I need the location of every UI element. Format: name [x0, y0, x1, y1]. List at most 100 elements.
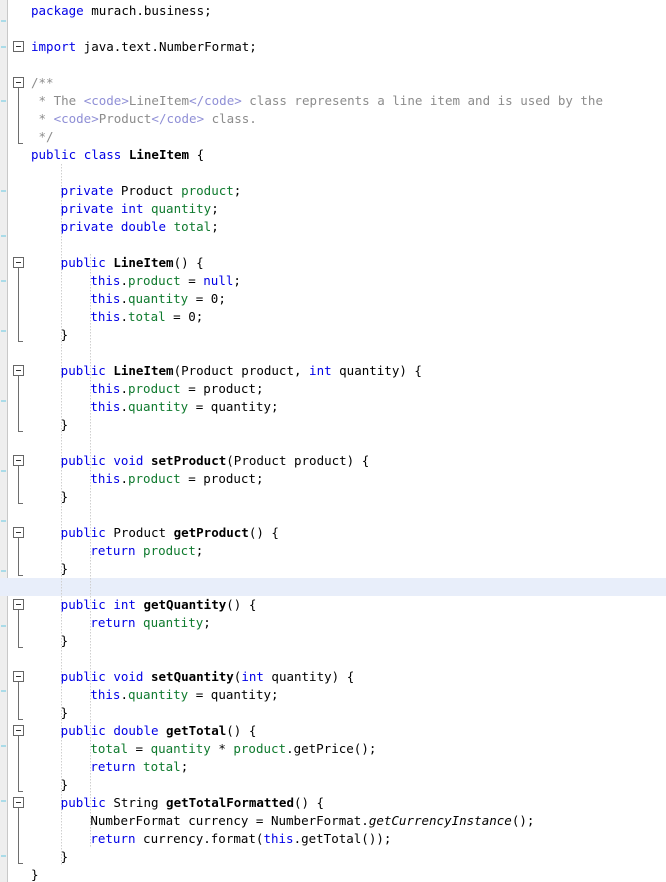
code-token-plain: String	[105, 795, 167, 810]
code-line[interactable]: }	[61, 632, 69, 650]
code-token-cmt: * The	[31, 93, 84, 108]
code-line[interactable]: return product;	[90, 542, 203, 560]
code-token-plain: ;	[195, 543, 204, 558]
code-line[interactable]: this.product = product;	[90, 470, 263, 488]
code-line[interactable]: private int quantity;	[61, 200, 219, 218]
code-line[interactable]: return currency.format(this.getTotal());	[90, 830, 391, 848]
code-token-kw: int	[120, 201, 144, 216]
code-token-plain: Product	[105, 525, 174, 540]
code-line[interactable]: public class LineItem {	[31, 146, 204, 164]
code-token-kw: this	[90, 471, 121, 486]
code-token-plain: =	[128, 741, 151, 756]
code-token-fld: product	[143, 543, 196, 558]
code-token-stat: getCurrencyInstance	[368, 813, 512, 828]
code-line[interactable]: public void setProduct(Product product) …	[61, 452, 370, 470]
fold-toggle-icon[interactable]	[13, 671, 24, 682]
code-token-kw: int	[309, 363, 332, 378]
code-line[interactable]: this.total = 0;	[90, 308, 203, 326]
code-token-fld: product	[128, 381, 181, 396]
code-token-plain: }	[60, 705, 69, 720]
fold-toggle-icon[interactable]	[13, 725, 24, 736]
code-token-cmt: class.	[204, 111, 257, 126]
fold-toggle-icon[interactable]	[13, 599, 24, 610]
code-token-plain: ;	[233, 183, 242, 198]
code-line[interactable]: */	[31, 128, 54, 146]
annotation-mark	[1, 46, 6, 48]
code-line[interactable]: this.product = null;	[90, 272, 241, 290]
code-token-fld: quantity	[128, 687, 189, 702]
code-token-mth: getTotal	[166, 723, 227, 738]
code-line[interactable]: this.quantity = quantity;	[90, 398, 278, 416]
code-token-cmt: */	[31, 129, 54, 144]
code-line[interactable]: return quantity;	[90, 614, 210, 632]
code-line[interactable]: }	[61, 776, 69, 794]
code-token-kw: private	[60, 183, 114, 198]
code-line[interactable]: }	[61, 848, 69, 866]
code-token-mth: LineItem	[128, 147, 190, 162]
fold-toggle-icon[interactable]	[13, 41, 24, 52]
fold-toggle-icon[interactable]	[13, 797, 24, 808]
code-line[interactable]: public void setQuantity(int quantity) {	[61, 668, 355, 686]
code-line[interactable]: * The <code>LineItem</code> class repres…	[31, 92, 603, 110]
code-line[interactable]: public String getTotalFormatted() {	[61, 794, 324, 812]
code-line[interactable]: this.quantity = quantity;	[90, 686, 278, 704]
code-token-mth: getQuantity	[143, 597, 227, 612]
fold-toggle-icon[interactable]	[13, 257, 24, 268]
code-token-kw: package	[31, 3, 84, 18]
code-line[interactable]: * <code>Product</code> class.	[31, 110, 257, 128]
code-token-kw: class	[83, 147, 122, 162]
fold-toggle-icon[interactable]	[13, 365, 24, 376]
code-folding-gutter[interactable]	[9, 0, 31, 882]
fold-toggle-icon[interactable]	[13, 455, 24, 466]
code-line[interactable]: public LineItem(Product product, int qua…	[61, 362, 422, 380]
code-line[interactable]: }	[61, 488, 69, 506]
code-token-kw: private	[60, 201, 114, 216]
code-line[interactable]: }	[61, 704, 69, 722]
code-line[interactable]: import java.text.NumberFormat;	[31, 38, 257, 56]
code-line[interactable]: public Product getProduct() {	[61, 524, 279, 542]
caret-line-highlight	[0, 578, 666, 596]
code-token-plain: .getPrice();	[286, 741, 377, 756]
code-token-plain: quantity) {	[331, 363, 422, 378]
fold-range-line	[18, 808, 19, 863]
code-line[interactable]: public int getQuantity() {	[61, 596, 257, 614]
code-line[interactable]: total = quantity * product.getPrice();	[90, 740, 376, 758]
code-line[interactable]: }	[31, 866, 39, 882]
code-token-plain: () {	[293, 795, 325, 810]
code-token-fld: product	[181, 183, 234, 198]
annotation-mark	[1, 855, 6, 857]
code-line[interactable]: return total;	[90, 758, 188, 776]
code-line[interactable]: private double total;	[61, 218, 219, 236]
code-line[interactable]: }	[61, 560, 69, 578]
code-token-kw: double	[120, 219, 167, 234]
fold-toggle-icon[interactable]	[13, 527, 24, 538]
code-editor[interactable]: package murach.business; import java.text…	[0, 0, 666, 882]
fold-range-foot	[18, 791, 23, 792]
code-line[interactable]: public LineItem() {	[61, 254, 204, 272]
code-line[interactable]: }	[61, 326, 69, 344]
code-text-area[interactable]: package murach.business; import java.text…	[0, 0, 666, 882]
code-token-kw: import	[31, 39, 77, 54]
code-line[interactable]: }	[61, 416, 69, 434]
fold-range-line	[18, 736, 19, 791]
code-line[interactable]: public double getTotal() {	[61, 722, 257, 740]
fold-toggle-icon[interactable]	[13, 77, 24, 88]
code-line[interactable]: package murach.business;	[31, 2, 212, 20]
code-line[interactable]: this.quantity = 0;	[90, 290, 226, 308]
code-token-cmt: Product	[98, 111, 152, 126]
annotation-mark	[1, 470, 6, 472]
code-token-plain: ;	[203, 615, 211, 630]
code-line[interactable]: NumberFormat currency = NumberFormat.get…	[90, 812, 534, 830]
code-line[interactable]: /**	[31, 74, 54, 92]
code-token-cmttag: <code>	[53, 111, 99, 126]
fold-range-foot	[18, 341, 23, 342]
code-token-kw: this	[90, 381, 121, 396]
code-line[interactable]: this.product = product;	[90, 380, 263, 398]
code-line[interactable]: private Product product;	[61, 182, 242, 200]
annotation-strip[interactable]	[0, 0, 8, 882]
annotation-mark	[1, 625, 6, 627]
